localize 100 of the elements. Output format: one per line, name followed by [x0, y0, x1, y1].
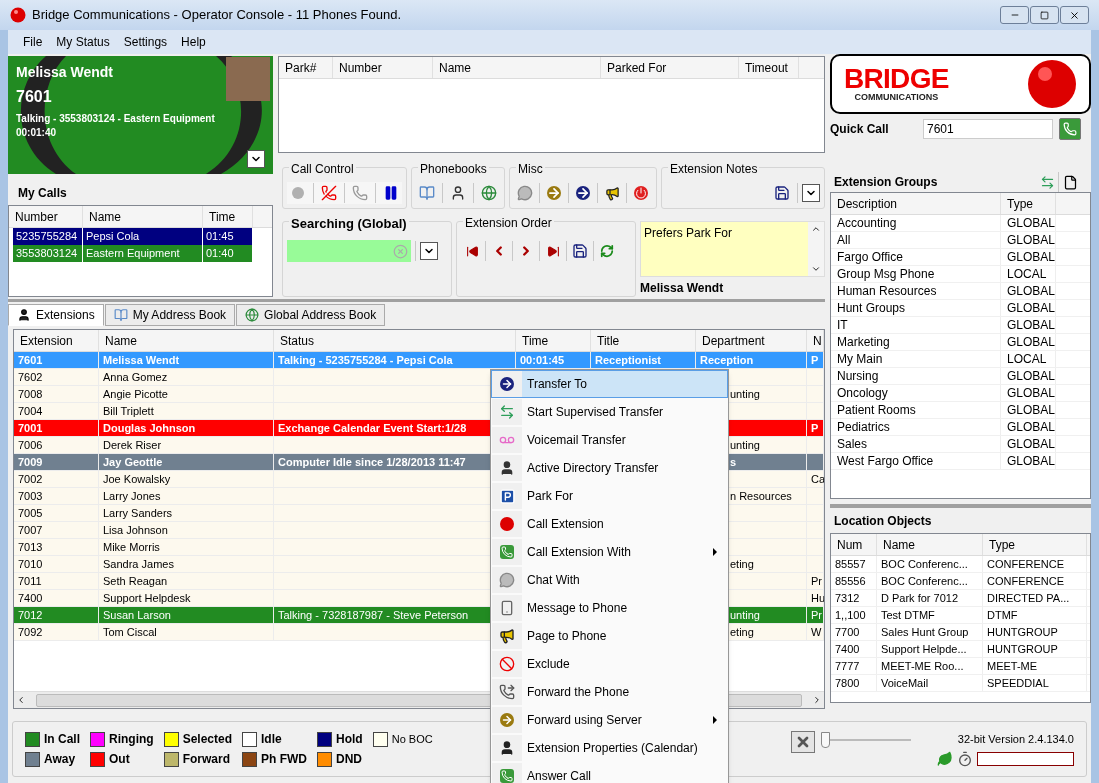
- table-cell: Eastern Equipment: [83, 245, 203, 262]
- column-header[interactable]: Department: [696, 330, 807, 351]
- close-button[interactable]: [1060, 6, 1089, 24]
- menu-item[interactable]: Forward using Server: [491, 706, 728, 734]
- table-cell: 01:40: [203, 245, 253, 262]
- table-cell: Sandra James: [99, 556, 274, 573]
- table-cell: Bill Triplett: [99, 403, 274, 420]
- column-header[interactable]: Title: [591, 330, 696, 351]
- column-header[interactable]: Status: [274, 330, 516, 351]
- tab[interactable]: My Address Book: [104, 304, 236, 326]
- table-cell: GLOBAL: [1001, 215, 1056, 231]
- menu-item[interactable]: Answer Call: [491, 762, 728, 783]
- clear-icon: [393, 243, 408, 259]
- menu-item[interactable]: Transfer To: [491, 370, 728, 398]
- menu-item[interactable]: Extension Properties (Calendar): [491, 734, 728, 762]
- column-header[interactable]: Time: [516, 330, 591, 351]
- tab[interactable]: Extensions: [8, 304, 104, 326]
- column-header[interactable]: Num: [831, 534, 877, 555]
- column-header[interactable]: Type: [1001, 193, 1056, 214]
- menu-item[interactable]: File: [16, 33, 50, 51]
- dropdown-button[interactable]: [802, 184, 820, 202]
- arrow-right-icon: [576, 186, 590, 200]
- table-cell: Talking - 5235755284 - Pepsi Cola: [274, 352, 516, 369]
- table-cell: P: [807, 420, 824, 437]
- table-cell: Sales: [831, 436, 1001, 452]
- call-button[interactable]: [1059, 118, 1081, 140]
- notes-field[interactable]: Prefers Park For: [640, 221, 825, 277]
- section-title: My Calls: [17, 185, 68, 202]
- legend-label: Idle: [261, 731, 282, 748]
- scrollbar[interactable]: [808, 222, 824, 276]
- column-header[interactable]: Timeout: [739, 57, 799, 78]
- dot-icon: [291, 186, 305, 200]
- menu-item[interactable]: Help: [174, 33, 213, 51]
- search-field[interactable]: [287, 240, 411, 262]
- chat-bubble-icon: [499, 572, 515, 588]
- column-header[interactable]: Extension: [14, 330, 99, 351]
- window-title: Bridge Communications - Operator Console - 11 Phones Found.: [32, 6, 401, 25]
- column-header[interactable]: Name: [83, 206, 203, 227]
- table-cell: Sales Hunt Group: [877, 624, 983, 640]
- table-cell: DIRECTED PA...: [983, 590, 1087, 606]
- table-cell: CONFERENCE: [983, 556, 1087, 572]
- menu-item[interactable]: Call Extension: [491, 510, 728, 538]
- legend-label: Selected: [182, 731, 233, 748]
- table-cell: Group Msg Phone: [831, 266, 1001, 282]
- quick-call-field[interactable]: 7601: [923, 119, 1053, 139]
- table-cell: IT: [831, 317, 1001, 333]
- table-cell: [807, 386, 824, 403]
- skip-back-icon: [465, 244, 479, 258]
- table-cell: W: [807, 624, 824, 641]
- table-cell: 00:01:45: [516, 352, 591, 369]
- table-cell: MEET-ME Roo...: [877, 658, 983, 674]
- table-cell: MEET-ME: [983, 658, 1087, 674]
- table-cell: 85557: [831, 556, 877, 572]
- close-button[interactable]: [791, 730, 815, 753]
- tab[interactable]: Global Address Book: [236, 304, 386, 326]
- parking-icon: [498, 487, 516, 505]
- table-cell: 7002: [14, 471, 99, 488]
- table-cell: 1,,100: [831, 607, 877, 623]
- menu-item[interactable]: Forward the Phone: [491, 678, 728, 706]
- menu-item[interactable]: Settings: [116, 33, 175, 51]
- column-header[interactable]: Number: [9, 206, 83, 227]
- dropdown-button[interactable]: [420, 242, 438, 260]
- maximize-icon: [1040, 10, 1049, 20]
- menu-item[interactable]: Exclude: [491, 650, 728, 678]
- phone-forward-icon: [499, 684, 515, 700]
- maximize-button[interactable]: [1030, 6, 1059, 24]
- phone-icon: [1063, 122, 1077, 136]
- table-cell: Marketing: [831, 334, 1001, 350]
- table-cell: 7004: [14, 403, 99, 420]
- column-header[interactable]: Name: [433, 57, 601, 78]
- column-header[interactable]: Time: [203, 206, 253, 227]
- table-cell: Test DTMF: [877, 607, 983, 623]
- table-cell: 7003: [14, 488, 99, 505]
- column-header[interactable]: N: [807, 330, 824, 351]
- profile-extension: 7601: [16, 87, 53, 107]
- column-header[interactable]: Park#: [279, 57, 333, 78]
- column-header[interactable]: Name: [877, 534, 983, 555]
- table-cell: GLOBAL: [1001, 249, 1056, 265]
- table-cell: 7602: [14, 369, 99, 386]
- section-title: Location Objects: [833, 513, 933, 530]
- minimize-button[interactable]: [1000, 6, 1029, 24]
- version-text: 32-bit Version 2.4.134.0: [957, 731, 1074, 747]
- column-header[interactable]: Type: [983, 534, 1087, 555]
- column-header[interactable]: Name: [99, 330, 274, 351]
- table-cell: [807, 539, 824, 556]
- column-header[interactable]: Number: [333, 57, 433, 78]
- column-header[interactable]: Parked For: [601, 57, 739, 78]
- column-header[interactable]: Description: [831, 193, 1001, 214]
- slider-thumb[interactable]: [821, 731, 830, 748]
- table-cell: Receptionist: [591, 352, 696, 369]
- legend-label: Away: [44, 751, 76, 768]
- menu-item[interactable]: My Status: [49, 33, 117, 51]
- volume-slider[interactable]: [821, 730, 911, 749]
- table-cell: 7700: [831, 624, 877, 640]
- legend-label: DND: [336, 751, 363, 768]
- globe-icon: [245, 308, 260, 322]
- dropdown-button[interactable]: [247, 150, 265, 168]
- table-cell: Larry Jones: [99, 488, 274, 505]
- book-icon: [113, 308, 128, 322]
- close-icon: [1069, 9, 1080, 21]
